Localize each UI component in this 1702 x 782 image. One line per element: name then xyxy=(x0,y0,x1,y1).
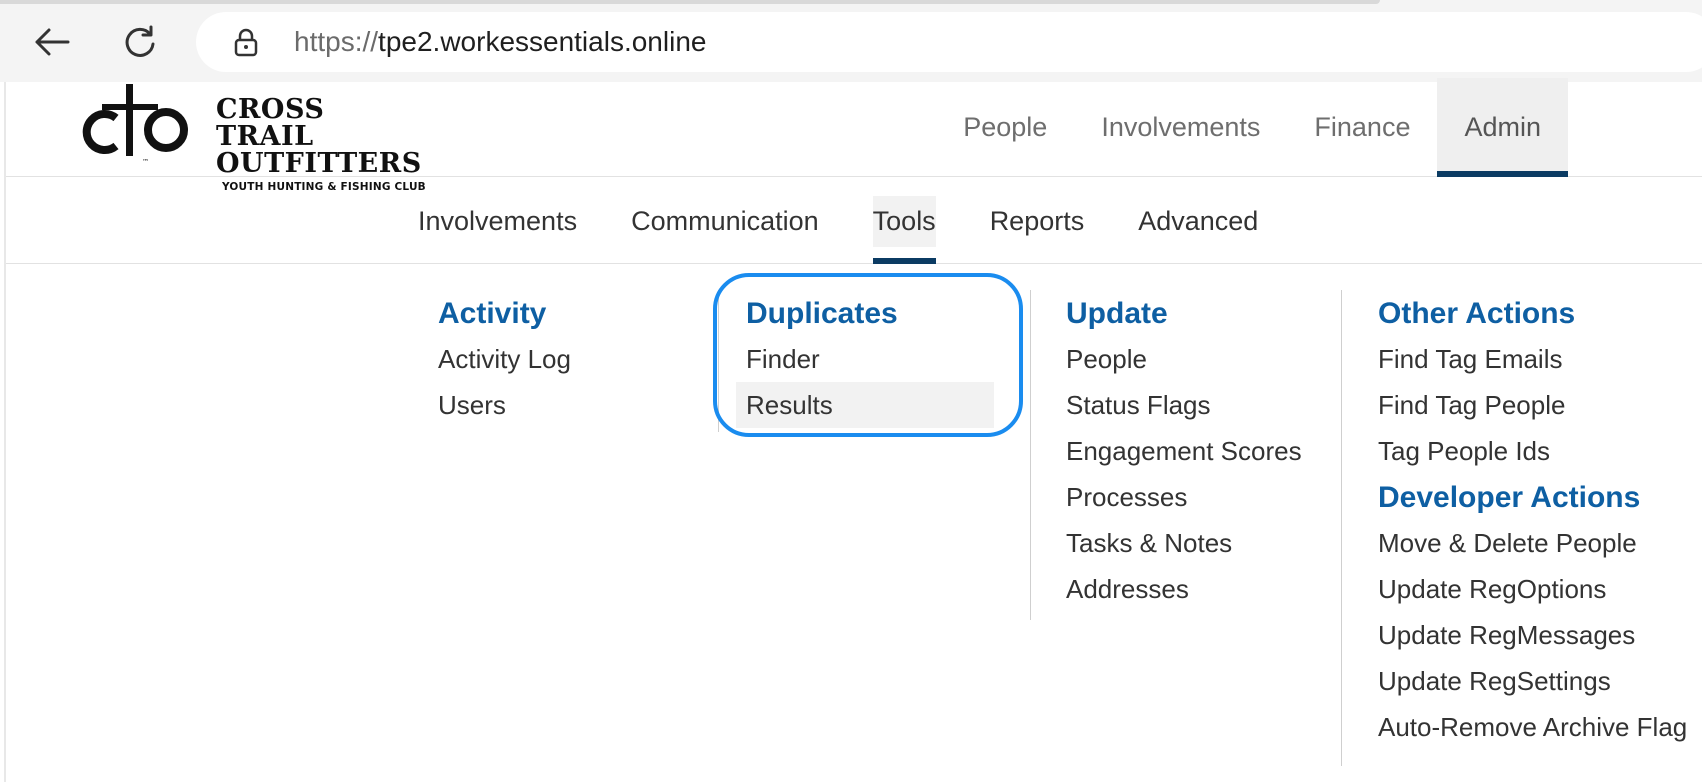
menu-item-find-tag-people[interactable]: Find Tag People xyxy=(1378,382,1687,428)
reload-icon xyxy=(125,25,155,57)
menu-item-activity-log[interactable]: Activity Log xyxy=(438,336,571,382)
menu-item-update-regoptions[interactable]: Update RegOptions xyxy=(1378,566,1687,612)
menu-item-update-people[interactable]: People xyxy=(1066,336,1302,382)
main-nav-people[interactable]: People xyxy=(936,78,1074,177)
menu-item-status-flags[interactable]: Status Flags xyxy=(1066,382,1302,428)
logo-line2: OUTFITTERS xyxy=(216,148,422,179)
browser-toolbar: https://tpe2.workessentials.online xyxy=(0,0,1702,82)
main-nav: People Involvements Finance Admin xyxy=(936,78,1568,177)
menu-item-tasks-notes[interactable]: Tasks & Notes xyxy=(1066,520,1302,566)
menu-column-other-actions: Other Actions Find Tag Emails Find Tag P… xyxy=(1378,292,1687,750)
menu-item-find-tag-emails[interactable]: Find Tag Emails xyxy=(1378,336,1687,382)
sub-nav-reports-label: Reports xyxy=(989,205,1085,236)
site-header: ™ CROSS TRAIL OUTFITTERS YOUTH HUNTING &… xyxy=(6,78,1702,193)
main-nav-involvements[interactable]: Involvements xyxy=(1074,78,1287,177)
menu-item-move-delete-people[interactable]: Move & Delete People xyxy=(1378,520,1687,566)
address-bar[interactable]: https://tpe2.workessentials.online xyxy=(196,12,1702,72)
menu-heading-activity: Activity xyxy=(438,297,547,330)
logo-line1: CROSS TRAIL xyxy=(216,94,325,152)
menu-heading-update: Update xyxy=(1066,297,1168,330)
reload-button[interactable] xyxy=(118,20,162,64)
menu-divider xyxy=(1341,290,1342,766)
menu-heading-developer-actions: Developer Actions xyxy=(1378,481,1641,514)
sub-nav-advanced-label: Advanced xyxy=(1138,205,1259,236)
sub-nav-involvements-label: Involvements xyxy=(418,205,578,236)
menu-item-update-regsettings[interactable]: Update RegSettings xyxy=(1378,658,1687,704)
url-host: tpe2.workessentials.online xyxy=(378,26,707,57)
menu-item-processes[interactable]: Processes xyxy=(1066,474,1302,520)
sub-nav-communication-label: Communication xyxy=(631,205,819,236)
menu-item-update-regmessages[interactable]: Update RegMessages xyxy=(1378,612,1687,658)
sub-nav-tools[interactable]: Tools xyxy=(846,178,963,264)
menu-item-tag-people-ids[interactable]: Tag People Ids xyxy=(1378,428,1687,474)
highlight-annotation xyxy=(713,273,1023,437)
menu-item-auto-remove-archive-flag[interactable]: Auto-Remove Archive Flag xyxy=(1378,704,1687,750)
tab-strip xyxy=(0,0,1380,4)
logo-tm: ™ xyxy=(142,158,149,166)
sub-nav-communication[interactable]: Communication xyxy=(604,178,846,264)
back-arrow-icon xyxy=(35,28,70,56)
menu-column-activity: Activity Activity Log Users xyxy=(438,292,571,428)
main-nav-finance[interactable]: Finance xyxy=(1287,78,1437,177)
menu-item-engagement-scores[interactable]: Engagement Scores xyxy=(1066,428,1302,474)
menu-divider xyxy=(1030,290,1031,620)
site-logo[interactable]: ™ CROSS TRAIL OUTFITTERS YOUTH HUNTING &… xyxy=(82,84,426,193)
lock-icon xyxy=(232,28,260,57)
main-nav-admin[interactable]: Admin xyxy=(1437,78,1568,177)
menu-column-update: Update People Status Flags Engagement Sc… xyxy=(1066,292,1302,612)
url-text[interactable]: https://tpe2.workessentials.online xyxy=(294,12,706,72)
cto-logo-icon: ™ xyxy=(82,84,188,166)
sub-nav-advanced[interactable]: Advanced xyxy=(1111,178,1285,264)
sub-nav-involvements[interactable]: Involvements xyxy=(418,178,604,264)
back-button[interactable] xyxy=(30,20,74,64)
menu-item-users[interactable]: Users xyxy=(438,382,571,428)
sub-nav-reports[interactable]: Reports xyxy=(963,178,1112,264)
sub-nav-list: Involvements Communication Tools Reports… xyxy=(418,178,1285,264)
sub-nav-tools-label: Tools xyxy=(872,195,936,247)
sub-nav: Involvements Communication Tools Reports… xyxy=(6,178,1702,264)
menu-heading-other-actions: Other Actions xyxy=(1378,297,1576,330)
menu-item-addresses[interactable]: Addresses xyxy=(1066,566,1302,612)
url-scheme: https:// xyxy=(294,26,379,57)
